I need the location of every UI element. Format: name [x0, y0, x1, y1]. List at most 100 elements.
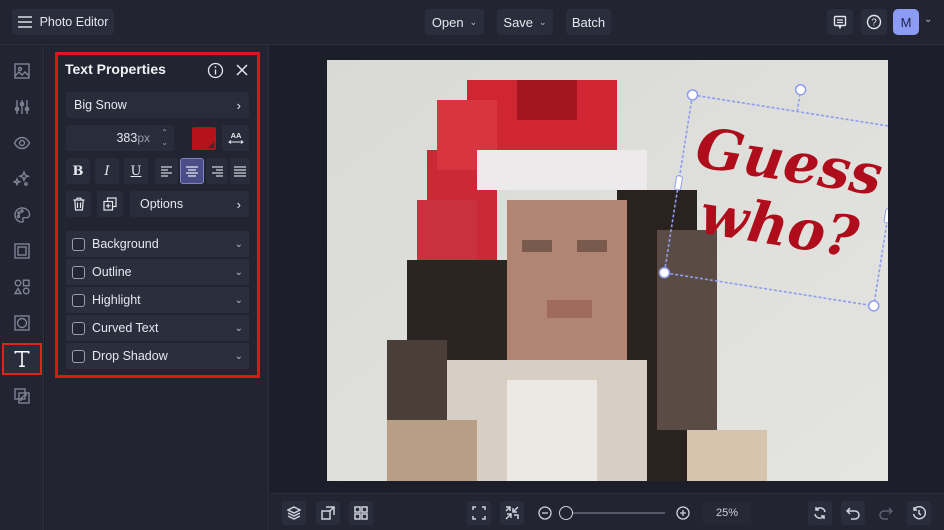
texture-icon [14, 315, 30, 331]
avatar-initial: M [900, 14, 912, 30]
section-label: Background [92, 237, 159, 251]
redo-icon [879, 507, 893, 520]
font-size-unit: px [137, 131, 150, 145]
font-size-value: 383 [116, 131, 138, 145]
curved-text-checkbox[interactable] [72, 321, 85, 335]
underline-button[interactable]: U [124, 158, 148, 184]
close-icon[interactable] [236, 64, 248, 76]
sidebar-item-frames[interactable] [6, 236, 38, 266]
info-icon[interactable] [207, 62, 224, 79]
avatar[interactable]: M [893, 9, 919, 35]
highlight-section[interactable]: Highlight ⌄ [66, 287, 249, 313]
background-section[interactable]: Background ⌄ [66, 231, 249, 257]
section-label: Highlight [92, 293, 141, 307]
drop-shadow-checkbox[interactable] [72, 349, 85, 363]
refresh-icon [814, 507, 826, 519]
resize-handle [867, 300, 880, 312]
history-icon [912, 506, 926, 520]
chevron-right-icon: › [236, 97, 241, 113]
outline-section[interactable]: Outline ⌄ [66, 259, 249, 285]
account-chevron-icon[interactable]: ⌄ [924, 14, 932, 25]
delete-button[interactable] [66, 191, 91, 217]
zoom-slider[interactable] [559, 506, 665, 520]
palette-icon [14, 207, 31, 223]
resize-handle [658, 266, 671, 279]
frame-icon [14, 243, 30, 259]
align-justify-button[interactable] [230, 158, 250, 184]
options-label: Options [140, 197, 184, 211]
save-label: Save [503, 14, 534, 30]
help-button[interactable]: ? [861, 9, 887, 35]
options-button[interactable]: Options › [130, 191, 249, 217]
align-right-icon [212, 165, 223, 177]
chevron-down-icon: ⌄ [234, 238, 243, 250]
sidebar-item-adjust[interactable] [6, 92, 38, 122]
curved-text-section[interactable]: Curved Text ⌄ [66, 315, 249, 341]
font-size-stepper[interactable]: ⌃ ⌄ [161, 128, 168, 148]
chevron-down-icon: ⌄ [234, 350, 243, 362]
resize-icon [321, 506, 335, 520]
open-button[interactable]: Open ⌄ [425, 9, 484, 35]
italic-button[interactable]: I [95, 158, 119, 184]
undo-icon [846, 507, 860, 520]
chevron-down-icon: ⌄ [234, 294, 243, 306]
expand-icon [472, 506, 486, 520]
sidebar-item-effects[interactable] [6, 164, 38, 194]
sidebar-item-cutout[interactable] [6, 381, 38, 411]
align-left-icon [160, 165, 172, 177]
duplicate-button[interactable] [97, 191, 123, 217]
help-icon: ? [866, 14, 882, 30]
tool-sidebar [0, 45, 44, 530]
align-left-button[interactable] [155, 158, 178, 184]
top-bar: Photo Editor Open ⌄ Save ⌄ Batch ? M ⌄ [0, 0, 944, 45]
photo-canvas[interactable]: Guess who? [327, 60, 888, 481]
font-name: Big Snow [74, 98, 127, 112]
letter-spacing-icon: AA [227, 131, 244, 144]
trash-icon [73, 197, 84, 211]
feedback-button[interactable] [827, 9, 853, 35]
rotate-handle [794, 84, 807, 96]
sidebar-item-overlays[interactable] [6, 308, 38, 338]
eye-icon [13, 136, 31, 150]
crop-resize-button[interactable] [316, 501, 340, 525]
svg-text:?: ? [871, 18, 877, 29]
grid-button[interactable] [349, 501, 373, 525]
drop-shadow-section[interactable]: Drop Shadow ⌄ [66, 343, 249, 369]
chat-icon [833, 15, 847, 29]
sidebar-item-graphics[interactable] [6, 272, 38, 302]
highlight-checkbox[interactable] [72, 293, 85, 307]
sidebar-item-image[interactable] [6, 56, 38, 86]
grid-icon [354, 506, 368, 520]
align-right-button[interactable] [206, 158, 228, 184]
fit-screen-button[interactable] [467, 501, 491, 525]
swatch-corner-icon [208, 142, 214, 148]
font-size-input[interactable]: 383 px ⌃ ⌄ [66, 125, 174, 151]
zoom-percentage: 25% [715, 507, 739, 519]
sidebar-item-text[interactable] [2, 343, 42, 375]
zoom-slider-thumb[interactable] [559, 506, 574, 520]
layers-button[interactable] [282, 501, 306, 525]
actual-size-button[interactable] [500, 501, 524, 525]
sidebar-item-artsy[interactable] [6, 200, 38, 230]
align-center-button[interactable] [180, 158, 204, 184]
letter-spacing-button[interactable]: AA [222, 125, 249, 151]
batch-label: Batch [571, 14, 606, 30]
bold-button[interactable]: B [66, 158, 90, 184]
zoom-in-icon[interactable] [676, 506, 690, 520]
save-button[interactable]: Save ⌄ [497, 9, 553, 35]
batch-button[interactable]: Batch [566, 9, 611, 35]
zoom-out-icon[interactable] [538, 506, 552, 520]
svg-text:AA: AA [230, 131, 241, 140]
redo-button[interactable] [874, 501, 898, 525]
background-checkbox[interactable] [72, 237, 85, 251]
menu-button[interactable]: Photo Editor [12, 9, 114, 35]
section-label: Outline [92, 265, 132, 279]
text-color-swatch[interactable] [192, 127, 216, 150]
zoom-value[interactable]: 25% [703, 502, 751, 524]
reset-button[interactable] [808, 501, 832, 525]
undo-button[interactable] [841, 501, 865, 525]
sidebar-item-view[interactable] [6, 128, 38, 158]
outline-checkbox[interactable] [72, 265, 85, 279]
history-button[interactable] [907, 501, 931, 525]
font-selector[interactable]: Big Snow › [66, 92, 249, 118]
